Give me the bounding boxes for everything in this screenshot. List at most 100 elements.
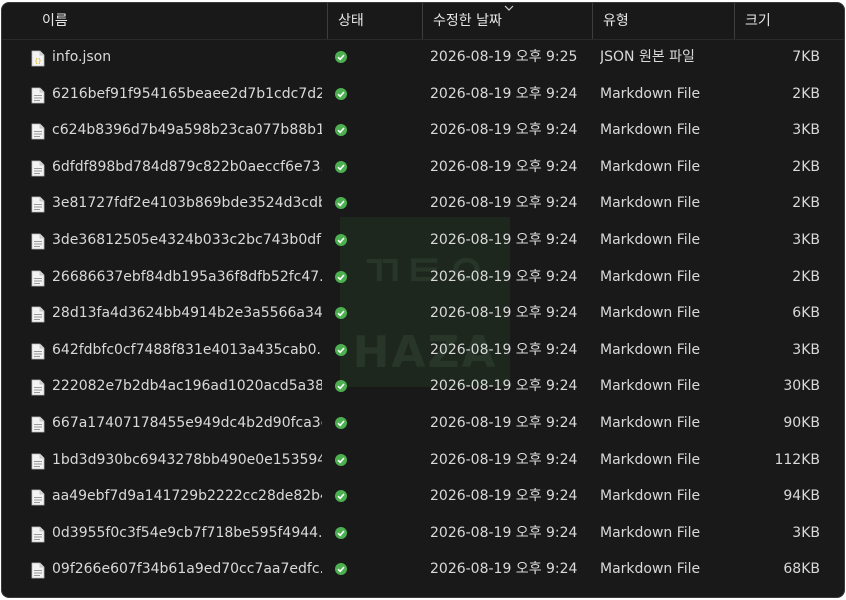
file-date-modified: 2026-08-19 오후 9:24 bbox=[430, 341, 578, 358]
column-header-status[interactable]: 상태 bbox=[328, 3, 423, 39]
file-row[interactable]: 667a17407178455e949dc4b2d90fca3c.... 2026… bbox=[2, 405, 844, 441]
column-header-row: 이름 상태 수정한 날짜 유형 크기 bbox=[2, 3, 844, 40]
file-row[interactable]: 09f266e607f34b61a9ed70cc7aa7edfc.... 2026… bbox=[2, 551, 844, 587]
sync-ok-check-icon bbox=[335, 343, 347, 356]
file-row[interactable]: 6dfdf898bd784d879c822b0aeccf6e73.... 2026… bbox=[2, 149, 844, 185]
file-row[interactable]: 0d3955f0c3f54e9cb7f718be595f4944.... 2026… bbox=[2, 515, 844, 551]
file-size: 2KB bbox=[792, 195, 820, 212]
file-row[interactable]: 642fdbfc0cf7488f831e4013a435cab0.... 2026… bbox=[2, 332, 844, 368]
markdown-file-icon bbox=[31, 160, 45, 177]
file-name[interactable]: 3e81727fdf2e4103b869bde3524d3cdb.... bbox=[52, 185, 322, 221]
markdown-file-icon bbox=[31, 526, 45, 543]
sync-ok-check-icon bbox=[335, 380, 347, 393]
file-name[interactable]: aa49ebf7d9a141729b2222cc28de82b4.... bbox=[52, 478, 322, 514]
file-row[interactable]: c624b8396d7b49a598b23ca077b88b1... 2026-0… bbox=[2, 112, 844, 148]
file-date-modified: 2026-08-19 오후 9:24 bbox=[430, 488, 578, 505]
file-type: Markdown File bbox=[600, 195, 701, 212]
file-row[interactable]: 222082e7b2db4ac196ad1020acd5a381.... 2026… bbox=[2, 368, 844, 404]
file-date-modified: 2026-08-19 오후 9:24 bbox=[430, 415, 578, 431]
sync-ok-check-icon bbox=[335, 51, 347, 63]
file-type: Markdown File bbox=[600, 488, 701, 505]
file-row[interactable]: 3e81727fdf2e4103b869bde3524d3cdb.... 2026… bbox=[2, 185, 844, 221]
file-type: Markdown File bbox=[600, 561, 701, 578]
column-header-name[interactable]: 이름 bbox=[2, 3, 328, 39]
markdown-file-icon bbox=[31, 306, 45, 323]
file-size: 112KB bbox=[774, 451, 820, 468]
file-name[interactable]: 6dfdf898bd784d879c822b0aeccf6e73.... bbox=[52, 149, 322, 185]
sync-ok-check-icon bbox=[335, 234, 347, 246]
file-name[interactable]: 26686637ebf84db195a36f8dfb52fc47.... bbox=[52, 259, 322, 295]
sync-ok-check-icon bbox=[335, 563, 347, 576]
file-size: 90KB bbox=[783, 415, 820, 431]
file-date-modified: 2026-08-19 오후 9:24 bbox=[430, 378, 578, 395]
file-name[interactable]: 1bd3d930bc6943278bb490e0e153594.... bbox=[52, 442, 322, 478]
markdown-file-icon bbox=[31, 562, 45, 579]
markdown-file-icon bbox=[31, 379, 45, 396]
sync-ok-check-icon bbox=[335, 87, 347, 100]
file-name[interactable]: 0d3955f0c3f54e9cb7f718be595f4944.... bbox=[52, 515, 322, 551]
file-row[interactable]: 3de36812505e4324b033c2bc743b0dfb.... 2026… bbox=[2, 222, 844, 258]
file-row[interactable]: 6216bef91f954165beaee2d7b1cdc7d2.... 2026… bbox=[2, 76, 844, 112]
column-header-type[interactable]: 유형 bbox=[593, 3, 735, 39]
file-date-modified: 2026-08-19 오후 9:24 bbox=[430, 305, 578, 322]
file-type: Markdown File bbox=[600, 341, 701, 358]
file-type: JSON 원본 파일 bbox=[600, 49, 695, 65]
file-name[interactable]: 642fdbfc0cf7488f831e4013a435cab0.... bbox=[52, 332, 322, 368]
file-type: Markdown File bbox=[600, 158, 701, 175]
sync-ok-check-icon bbox=[335, 197, 347, 210]
file-size: 30KB bbox=[783, 378, 820, 395]
file-type: Markdown File bbox=[600, 85, 701, 102]
file-row[interactable]: {} info.json 2026-08-19 오후 9:25 JSON 원본 파일 7… bbox=[2, 39, 844, 75]
file-type: Markdown File bbox=[600, 415, 701, 431]
file-name[interactable]: info.json bbox=[52, 39, 322, 75]
file-date-modified: 2026-08-19 오후 9:24 bbox=[430, 85, 578, 102]
file-name[interactable]: 3de36812505e4324b033c2bc743b0dfb.... bbox=[52, 222, 322, 258]
file-date-modified: 2026-08-19 오후 9:24 bbox=[430, 158, 578, 175]
file-type: Markdown File bbox=[600, 524, 701, 541]
file-row[interactable]: 1bd3d930bc6943278bb490e0e153594.... 2026-… bbox=[2, 442, 844, 478]
file-explorer-window: 이름 상태 수정한 날짜 유형 크기 ㄲㅌㅇ HAZA {} info.json 2… bbox=[2, 3, 844, 597]
file-size: 3KB bbox=[792, 232, 820, 248]
file-name[interactable]: 28d13fa4d3624bb4914b2e3a5566a347.... bbox=[52, 295, 322, 331]
file-row[interactable]: 26686637ebf84db195a36f8dfb52fc47.... 2026… bbox=[2, 259, 844, 295]
file-type: Markdown File bbox=[600, 451, 701, 468]
markdown-file-icon bbox=[31, 416, 45, 433]
file-row[interactable]: 28d13fa4d3624bb4914b2e3a5566a347.... 2026… bbox=[2, 295, 844, 331]
sync-ok-check-icon bbox=[335, 307, 347, 320]
file-size: 68KB bbox=[783, 561, 820, 578]
file-type: Markdown File bbox=[600, 305, 701, 322]
json-file-icon: {} bbox=[31, 50, 45, 67]
file-name[interactable]: 09f266e607f34b61a9ed70cc7aa7edfc.... bbox=[52, 551, 322, 587]
file-name[interactable]: c624b8396d7b49a598b23ca077b88b1... bbox=[52, 112, 322, 148]
file-date-modified: 2026-08-19 오후 9:24 bbox=[430, 451, 578, 468]
file-row[interactable]: aa49ebf7d9a141729b2222cc28de82b4.... 2026… bbox=[2, 478, 844, 514]
file-size: 94KB bbox=[783, 488, 820, 505]
markdown-file-icon bbox=[31, 196, 45, 213]
file-name[interactable]: 222082e7b2db4ac196ad1020acd5a381.... bbox=[52, 368, 322, 404]
sync-ok-check-icon bbox=[335, 453, 347, 466]
file-date-modified: 2026-08-19 오후 9:24 bbox=[430, 561, 578, 578]
markdown-file-icon bbox=[31, 270, 45, 286]
file-type: Markdown File bbox=[600, 232, 701, 248]
file-date-modified: 2026-08-19 오후 9:24 bbox=[430, 268, 578, 285]
sync-ok-check-icon bbox=[335, 270, 347, 283]
markdown-file-icon bbox=[31, 453, 45, 469]
file-date-modified: 2026-08-19 오후 9:24 bbox=[430, 122, 578, 139]
file-date-modified: 2026-08-19 오후 9:24 bbox=[430, 195, 578, 212]
file-name[interactable]: 667a17407178455e949dc4b2d90fca3c.... bbox=[52, 405, 322, 441]
column-header-size[interactable]: 크기 bbox=[735, 3, 844, 39]
file-size: 3KB bbox=[792, 524, 820, 541]
markdown-file-icon bbox=[31, 87, 45, 103]
file-name[interactable]: 6216bef91f954165beaee2d7b1cdc7d2.... bbox=[52, 76, 322, 112]
sync-ok-check-icon bbox=[335, 417, 347, 429]
file-size: 6KB bbox=[792, 305, 820, 322]
file-size: 7KB bbox=[792, 49, 820, 65]
file-size: 3KB bbox=[792, 122, 820, 139]
sync-ok-check-icon bbox=[335, 160, 347, 173]
markdown-file-icon bbox=[31, 343, 45, 360]
markdown-file-icon bbox=[31, 123, 45, 140]
file-type: Markdown File bbox=[600, 122, 701, 139]
file-type: Markdown File bbox=[600, 378, 701, 395]
file-date-modified: 2026-08-19 오후 9:24 bbox=[430, 524, 578, 541]
markdown-file-icon bbox=[31, 489, 45, 506]
